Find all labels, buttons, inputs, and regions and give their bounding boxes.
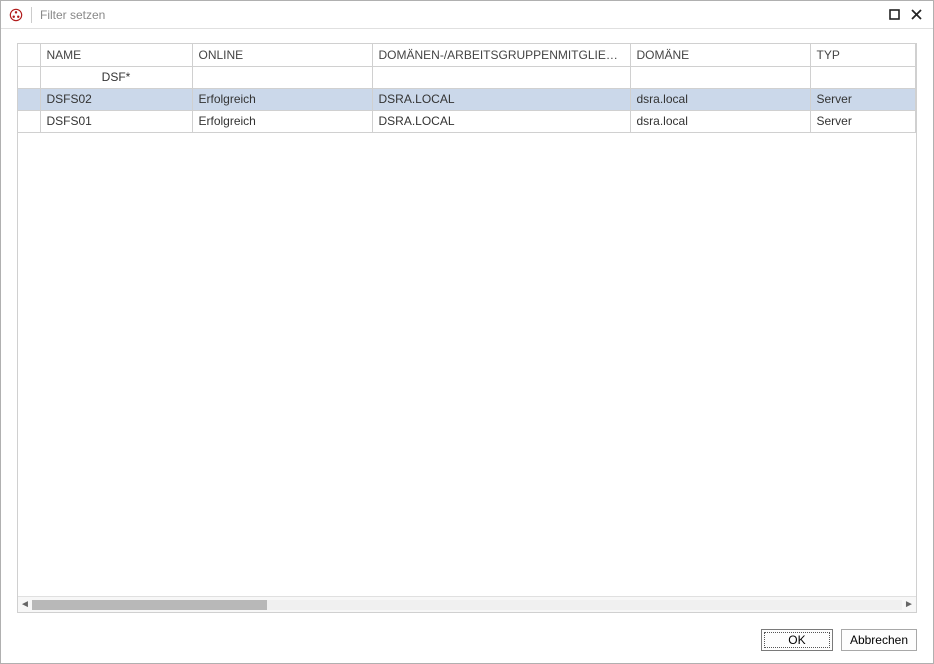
col-header-type[interactable]: TYP	[810, 44, 916, 66]
scroll-track[interactable]	[32, 600, 902, 610]
table-row[interactable]: DSFS02 Erfolgreich DSRA.LOCAL dsra.local…	[18, 88, 916, 110]
filter-handle	[18, 66, 40, 88]
filter-online-input[interactable]	[192, 66, 372, 88]
cell-membership: DSRA.LOCAL	[372, 88, 630, 110]
filter-membership-input[interactable]	[372, 66, 630, 88]
content-area: NAME ONLINE DOMÄNEN-/ARBEITSGRUPPENMITGL…	[1, 29, 933, 617]
titlebar: Filter setzen	[1, 1, 933, 29]
titlebar-divider	[31, 7, 32, 23]
cell-name: DSFS02	[40, 88, 192, 110]
data-grid: NAME ONLINE DOMÄNEN-/ARBEITSGRUPPENMITGL…	[17, 43, 917, 613]
horizontal-scrollbar[interactable]: ◄ ►	[18, 596, 916, 612]
ok-button[interactable]: OK	[761, 629, 833, 651]
row-handle[interactable]	[18, 110, 40, 132]
window-title: Filter setzen	[40, 8, 105, 22]
cell-domain: dsra.local	[630, 88, 810, 110]
maximize-button[interactable]	[883, 6, 905, 24]
filter-row: DSF*	[18, 66, 916, 88]
filter-domain-input[interactable]	[630, 66, 810, 88]
table-row[interactable]: DSFS01 Erfolgreich DSRA.LOCAL dsra.local…	[18, 110, 916, 132]
col-header-online[interactable]: ONLINE	[192, 44, 372, 66]
cell-name: DSFS01	[40, 110, 192, 132]
cell-domain: dsra.local	[630, 110, 810, 132]
cell-online: Erfolgreich	[192, 88, 372, 110]
filter-name-input[interactable]: DSF*	[40, 66, 192, 88]
cancel-button[interactable]: Abbrechen	[841, 629, 917, 651]
scroll-thumb[interactable]	[32, 600, 267, 610]
col-header-domain[interactable]: DOMÄNE	[630, 44, 810, 66]
header-row: NAME ONLINE DOMÄNEN-/ARBEITSGRUPPENMITGL…	[18, 44, 916, 66]
close-button[interactable]	[905, 6, 927, 24]
col-header-membership[interactable]: DOMÄNEN-/ARBEITSGRUPPENMITGLIEDSCH...	[372, 44, 630, 66]
cell-type: Server	[810, 88, 916, 110]
scroll-right-arrow-icon[interactable]: ►	[902, 598, 916, 612]
grid-empty-area	[18, 133, 916, 597]
app-icon	[9, 8, 23, 22]
row-handle[interactable]	[18, 88, 40, 110]
footer: OK Abbrechen	[1, 617, 933, 663]
row-selector-header[interactable]	[18, 44, 40, 66]
scroll-left-arrow-icon[interactable]: ◄	[18, 598, 32, 612]
grid-table: NAME ONLINE DOMÄNEN-/ARBEITSGRUPPENMITGL…	[18, 44, 916, 133]
filter-type-input[interactable]	[810, 66, 916, 88]
cell-online: Erfolgreich	[192, 110, 372, 132]
col-header-name[interactable]: NAME	[40, 44, 192, 66]
grid-body-rows: DSFS02 Erfolgreich DSRA.LOCAL dsra.local…	[18, 88, 916, 132]
cell-membership: DSRA.LOCAL	[372, 110, 630, 132]
cell-type: Server	[810, 110, 916, 132]
